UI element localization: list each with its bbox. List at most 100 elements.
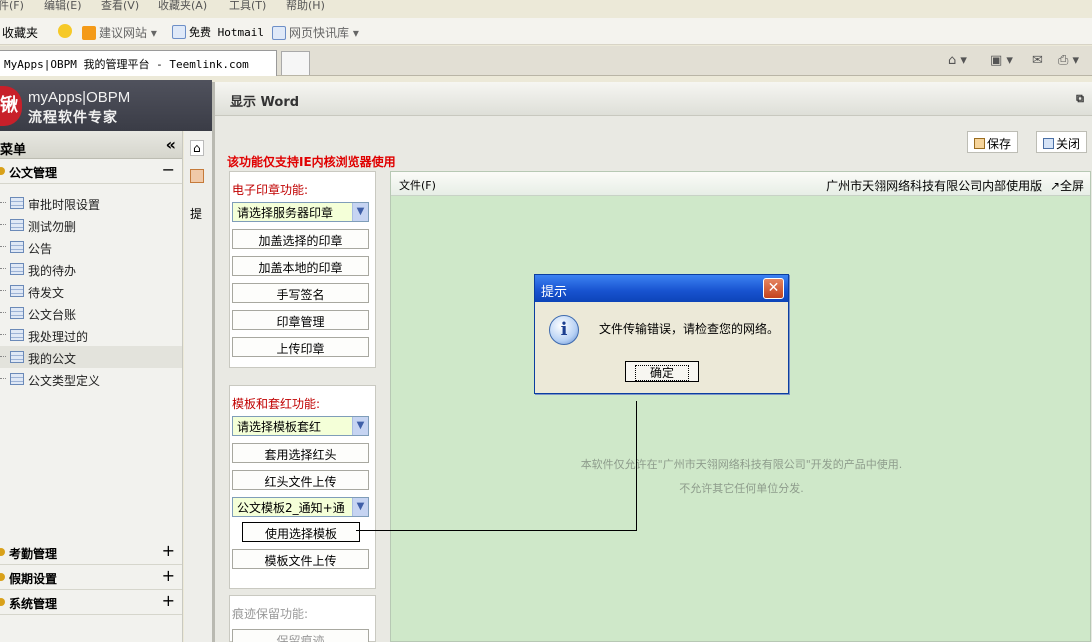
feeds-icon[interactable]: ▣ ▾ bbox=[990, 53, 1013, 68]
alert-close-icon[interactable]: ✕ bbox=[763, 278, 784, 299]
popout-icon[interactable]: ⧉ bbox=[1076, 92, 1084, 106]
seal-panel: 电子印章功能: 请选择服务器印章 ▼ 加盖选择的印章 加盖本地的印章 手写签名 印… bbox=[229, 171, 376, 368]
sidebar-item[interactable]: 公告 bbox=[0, 236, 182, 258]
apply-local-seal-button[interactable]: 加盖本地的印章 bbox=[232, 256, 369, 276]
submit-label[interactable]: 提 bbox=[190, 205, 202, 222]
menu-edit[interactable]: 编辑(E) bbox=[44, 0, 82, 13]
menu-favorites[interactable]: 收藏夹(A) bbox=[158, 0, 207, 13]
word-dialog-title: 显示 Word bbox=[230, 95, 300, 110]
table-icon bbox=[10, 241, 24, 253]
mail-icon[interactable]: ✉ bbox=[1032, 53, 1043, 68]
chevron-down-icon: ▼ bbox=[352, 498, 368, 516]
fav-suggested-sites[interactable]: 建议网站 ▾ bbox=[82, 24, 157, 41]
fav-hotmail[interactable]: 免费 Hotmail bbox=[172, 24, 264, 40]
ie-page-icon bbox=[272, 26, 286, 40]
table-icon bbox=[10, 285, 24, 297]
server-seal-select[interactable]: 请选择服务器印章 ▼ bbox=[232, 202, 369, 222]
expand-group-icon[interactable]: + bbox=[162, 591, 175, 610]
app-logo-area: 锹 myApps|OBPM 流程软件专家 bbox=[0, 80, 212, 131]
expand-group-icon[interactable]: + bbox=[162, 566, 175, 585]
close-button[interactable]: 关闭 bbox=[1036, 131, 1088, 153]
table-icon bbox=[10, 351, 24, 363]
menu-help[interactable]: 帮助(H) bbox=[286, 0, 325, 13]
ie-page-icon bbox=[172, 25, 186, 39]
fullscreen-button[interactable]: ↗全屏 bbox=[1050, 179, 1084, 193]
upload-red-header-button[interactable]: 红头文件上传 bbox=[232, 470, 369, 490]
document-icon bbox=[190, 169, 204, 183]
upload-seal-button[interactable]: 上传印章 bbox=[232, 337, 369, 357]
document-template-select[interactable]: 公文模板2_通知+通 ▼ bbox=[232, 497, 369, 517]
browser-tab-bar: MyApps|OBPM 我的管理平台 - Teemlink.com ⌂ ▾ ▣ … bbox=[0, 46, 1092, 76]
keep-trace-button[interactable]: 保留痕迹 bbox=[232, 629, 369, 642]
sidebar-group-system[interactable]: 系统管理 + bbox=[0, 590, 182, 615]
word-dialog-title-bar: 显示 Word ⧉ bbox=[215, 82, 1092, 116]
word-document-area[interactable]: 文件(F) 广州市天翎网络科技有限公司内部使用版 ↗全屏 本软件仅允许在"广州市… bbox=[390, 171, 1091, 642]
menu-view[interactable]: 查看(V) bbox=[101, 0, 139, 13]
sidebar-collapsed-groups: 考勤管理 + 假期设置 + 系统管理 + bbox=[0, 540, 182, 615]
use-selected-template-button[interactable]: 使用选择模板 bbox=[242, 522, 360, 542]
fav-web-slice-gallery[interactable]: 网页快讯库 ▾ bbox=[272, 24, 359, 41]
annotation-line-horizontal bbox=[356, 530, 637, 531]
table-icon bbox=[10, 219, 24, 231]
main-content-strip: ⌂ 提 bbox=[184, 131, 212, 642]
group-bullet-icon bbox=[0, 598, 5, 606]
group-bullet-icon bbox=[0, 548, 5, 556]
annotation-line-vertical bbox=[636, 401, 637, 531]
expand-group-icon[interactable]: + bbox=[162, 541, 175, 560]
document-file-menu[interactable]: 文件(F) bbox=[399, 179, 436, 192]
sidebar-header: 主菜单 « bbox=[0, 131, 182, 159]
sidebar-item[interactable]: 审批时限设置 bbox=[0, 192, 182, 214]
add-favorite-star-icon[interactable] bbox=[58, 24, 75, 38]
favorites-button[interactable]: 收藏夹 bbox=[2, 24, 38, 41]
sidebar-group-document-management[interactable]: 公文管理 − bbox=[0, 159, 182, 184]
group-bullet-icon bbox=[0, 573, 5, 581]
sidebar-item[interactable]: 我处理过的 bbox=[0, 324, 182, 346]
menu-file[interactable]: 件(F) bbox=[0, 0, 24, 13]
sidebar-item[interactable]: 我的待办 bbox=[0, 258, 182, 280]
sidebar-group-attendance[interactable]: 考勤管理 + bbox=[0, 540, 182, 565]
sidebar-item[interactable]: 公文类型定义 bbox=[0, 368, 182, 390]
seal-panel-title: 电子印章功能: bbox=[232, 183, 309, 197]
collapse-sidebar-icon[interactable]: « bbox=[166, 135, 176, 154]
new-tab-button[interactable] bbox=[281, 51, 310, 75]
app-logo-icon: 锹 bbox=[0, 86, 22, 126]
suggested-sites-icon bbox=[82, 26, 96, 40]
print-icon[interactable]: ⎙ ▾ bbox=[1058, 53, 1079, 68]
sidebar-item[interactable]: 测试勿删 bbox=[0, 214, 182, 236]
close-window-icon bbox=[1043, 138, 1054, 149]
trace-panel-title: 痕迹保留功能: bbox=[232, 607, 309, 621]
table-icon bbox=[10, 263, 24, 275]
collapse-group-icon[interactable]: − bbox=[162, 160, 175, 179]
seal-management-button[interactable]: 印章管理 bbox=[232, 310, 369, 330]
browser-tab-active[interactable]: MyApps|OBPM 我的管理平台 - Teemlink.com bbox=[0, 50, 277, 76]
red-template-select[interactable]: 请选择模板套红 ▼ bbox=[232, 416, 369, 436]
app-logo-title: myApps|OBPM bbox=[28, 89, 131, 106]
home-icon[interactable]: ⌂ ▾ bbox=[948, 53, 967, 68]
company-version-label: 广州市天翎网络科技有限公司内部使用版 bbox=[826, 179, 1043, 193]
home-tab-icon[interactable]: ⌂ bbox=[190, 140, 204, 156]
license-notice-2: 不允许其它任何单位分发. bbox=[679, 482, 804, 495]
alert-title-bar: 提示 ✕ bbox=[535, 275, 788, 302]
apply-red-header-button[interactable]: 套用选择红头 bbox=[232, 443, 369, 463]
sidebar-item[interactable]: 待发文 bbox=[0, 280, 182, 302]
alert-ok-button[interactable]: 确定 bbox=[625, 361, 699, 382]
table-icon bbox=[10, 329, 24, 341]
chevron-down-icon: ▼ bbox=[352, 417, 368, 435]
table-icon bbox=[10, 197, 24, 209]
sidebar-item-active[interactable]: 我的公文 bbox=[0, 346, 182, 368]
sidebar-group-holiday[interactable]: 假期设置 + bbox=[0, 565, 182, 590]
apply-selected-seal-button[interactable]: 加盖选择的印章 bbox=[232, 229, 369, 249]
chevron-down-icon: ▼ bbox=[352, 203, 368, 221]
save-button[interactable]: 保存 bbox=[967, 131, 1019, 153]
license-notice-1: 本软件仅允许在"广州市天翎网络科技有限公司"开发的产品中使用. bbox=[580, 458, 903, 471]
group-bullet-icon bbox=[0, 167, 5, 175]
template-panel-title: 模板和套红功能: bbox=[232, 397, 321, 411]
sidebar-item[interactable]: 公文台账 bbox=[0, 302, 182, 324]
table-icon bbox=[10, 373, 24, 385]
upload-template-button[interactable]: 模板文件上传 bbox=[232, 549, 369, 569]
menu-tools[interactable]: 工具(T) bbox=[229, 0, 266, 13]
save-icon bbox=[974, 138, 985, 149]
trace-panel: 痕迹保留功能: 保留痕迹 bbox=[229, 595, 376, 642]
ie-only-warning: 该功能仅支持IE内核浏览器使用 bbox=[227, 155, 396, 169]
handwritten-signature-button[interactable]: 手写签名 bbox=[232, 283, 369, 303]
